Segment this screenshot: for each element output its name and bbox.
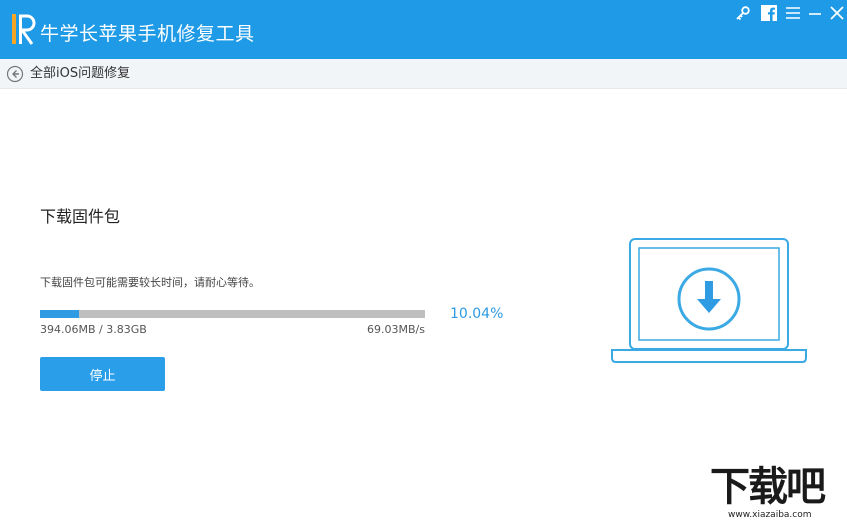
- download-hint: 下载固件包可能需要较长时间，请耐心等待。: [40, 276, 260, 289]
- breadcrumb[interactable]: 全部iOS问题修复: [30, 65, 130, 82]
- watermark-logo: 下载吧: [710, 463, 826, 510]
- key-icon[interactable]: [734, 4, 752, 22]
- app-title: 牛学长苹果手机修复工具: [40, 23, 255, 45]
- download-speed: 69.03MB/s: [367, 323, 425, 336]
- menu-icon[interactable]: [784, 4, 802, 22]
- stop-button[interactable]: 停止: [40, 357, 165, 391]
- watermark-url: www.xiazaiba.com: [728, 510, 812, 520]
- download-progress-bar: [40, 310, 425, 318]
- facebook-icon[interactable]: [760, 4, 778, 22]
- title-bar: 牛学长苹果手机修复工具: [0, 0, 847, 59]
- downloaded-size: 394.06MB / 3.83GB: [40, 323, 147, 336]
- page-title: 下载固件包: [40, 207, 121, 226]
- progress-fill: [40, 310, 79, 318]
- minimize-icon[interactable]: [806, 4, 824, 22]
- back-arrow-icon[interactable]: [6, 65, 24, 83]
- app-logo-icon: [10, 12, 38, 46]
- breadcrumb-bar: 全部iOS问题修复: [0, 59, 847, 89]
- close-icon[interactable]: [828, 4, 846, 22]
- progress-percent: 10.04%: [450, 306, 504, 322]
- laptop-download-icon: [610, 236, 810, 366]
- watermark: 下载吧 www.xiazaiba.com: [708, 465, 847, 523]
